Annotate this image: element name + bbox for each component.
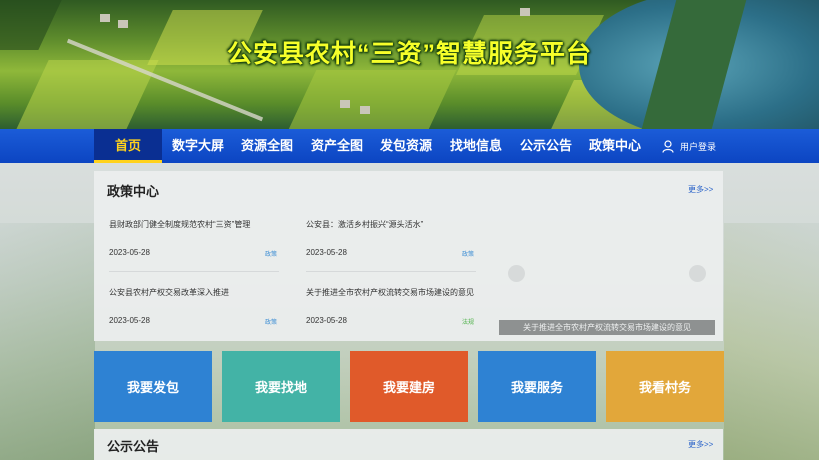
nav-item-announcements[interactable]: 公示公告: [512, 129, 580, 163]
carousel-next-button[interactable]: [689, 265, 706, 282]
user-login-label: 用户登录: [680, 141, 717, 152]
tile-post-contract[interactable]: 我要发包: [94, 351, 212, 422]
news-divider: [306, 271, 476, 272]
banner-field-strip: [283, 70, 457, 129]
news-title: 公安县：激活乡村振兴“源头活水”: [306, 220, 424, 229]
user-login-link[interactable]: 用户登录: [662, 129, 716, 163]
news-divider: [109, 271, 279, 272]
news-tag: 政策: [265, 252, 278, 258]
policy-center-title: 政策中心: [107, 184, 160, 199]
tile-find-land[interactable]: 我要找地: [222, 351, 340, 422]
news-item[interactable]: 关于推进全市农村产权流转交易市场建设的意见 2023-05-28 法规: [306, 287, 476, 329]
tile-build-house[interactable]: 我要建房: [350, 351, 468, 422]
nav-item-home[interactable]: 首页: [94, 129, 162, 163]
news-date: 2023-05-28: [109, 316, 150, 325]
news-title: 关于推进全市农村产权流转交易市场建设的意见: [306, 288, 474, 297]
news-tag: 法规: [462, 320, 475, 326]
tile-village-affairs[interactable]: 我看村务: [606, 351, 724, 422]
carousel-prev-button[interactable]: [508, 265, 525, 282]
news-date: 2023-05-28: [306, 248, 347, 257]
news-title: 公安县农村产权交易改革深入推进: [109, 288, 229, 297]
banner-house: [100, 14, 110, 22]
announcements-more-link[interactable]: 更多>>: [688, 439, 713, 450]
header-banner: 公安县农村“三资”智慧服务平台: [0, 0, 819, 129]
news-item[interactable]: 公安县农村产权交易改革深入推进 2023-05-28 政策: [109, 287, 279, 329]
nav-item-resource-map[interactable]: 资源全图: [233, 129, 301, 163]
banner-house: [360, 106, 370, 114]
user-icon: [662, 139, 674, 153]
banner-house: [340, 100, 350, 108]
news-date: 2023-05-28: [109, 248, 150, 257]
policy-more-link[interactable]: 更多>>: [688, 184, 713, 195]
news-title: 县财政部门健全制度规范农村“三资”管理: [109, 220, 251, 229]
policy-carousel: [494, 196, 719, 336]
site-title: 公安县农村“三资”智慧服务平台: [226, 40, 592, 68]
news-tag: 政策: [265, 320, 278, 326]
nav-item-policy-center[interactable]: 政策中心: [581, 129, 649, 163]
background-field-left: [0, 223, 95, 460]
tile-services[interactable]: 我要服务: [478, 351, 596, 422]
announcements-panel: 公示公告 更多>>: [94, 429, 723, 460]
nav-item-contract-resources[interactable]: 发包资源: [372, 129, 440, 163]
announcements-title: 公示公告: [107, 439, 160, 454]
carousel-caption[interactable]: 关于推进全市农村产权流转交易市场建设的意见: [499, 320, 715, 335]
news-item[interactable]: 县财政部门健全制度规范农村“三资”管理 2023-05-28 政策: [109, 219, 279, 261]
background-field-right: [724, 223, 819, 460]
nav-item-digital-screen[interactable]: 数字大屏: [163, 129, 233, 163]
news-tag: 政策: [462, 252, 475, 258]
nav-item-asset-map[interactable]: 资产全图: [303, 129, 371, 163]
nav-item-land-info[interactable]: 找地信息: [442, 129, 510, 163]
main-nav: 首页 数字大屏 资源全图 资产全图 发包资源 找地信息 公示公告 政策中心 用户…: [0, 129, 819, 163]
news-date: 2023-05-28: [306, 316, 347, 325]
banner-house: [118, 20, 128, 28]
banner-house: [520, 8, 530, 16]
policy-center-panel: 政策中心 更多>> 县财政部门健全制度规范农村“三资”管理 2023-05-28…: [94, 171, 723, 341]
news-item[interactable]: 公安县：激活乡村振兴“源头活水” 2023-05-28 政策: [306, 219, 476, 261]
